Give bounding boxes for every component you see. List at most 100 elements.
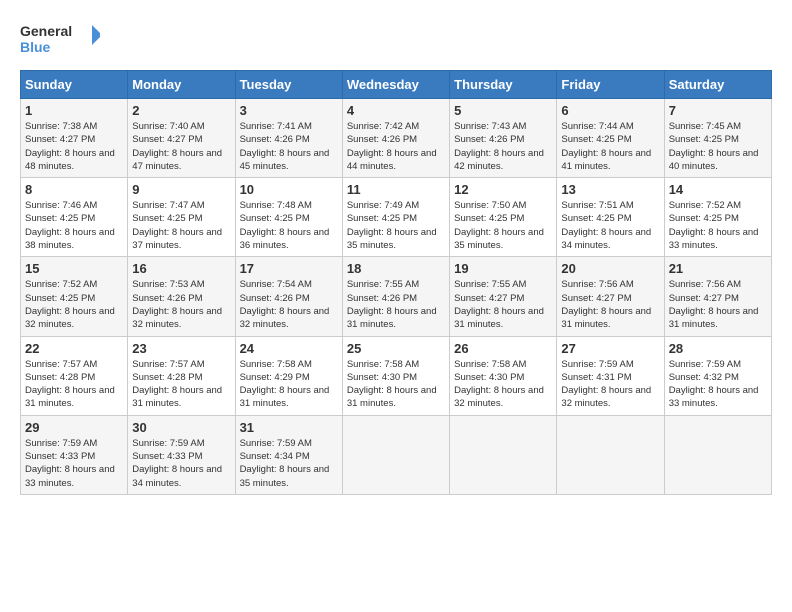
logo: General Blue — [20, 20, 100, 60]
week-row-1: 1 Sunrise: 7:38 AMSunset: 4:27 PMDayligh… — [21, 99, 772, 178]
day-info: Sunrise: 7:59 AMSunset: 4:33 PMDaylight:… — [132, 437, 230, 490]
day-info: Sunrise: 7:43 AMSunset: 4:26 PMDaylight:… — [454, 120, 552, 173]
calendar-cell: 17 Sunrise: 7:54 AMSunset: 4:26 PMDaylig… — [235, 257, 342, 336]
day-number: 15 — [25, 261, 123, 276]
calendar-cell: 15 Sunrise: 7:52 AMSunset: 4:25 PMDaylig… — [21, 257, 128, 336]
calendar-cell: 29 Sunrise: 7:59 AMSunset: 4:33 PMDaylig… — [21, 415, 128, 494]
header: General Blue — [20, 20, 772, 60]
calendar-cell: 28 Sunrise: 7:59 AMSunset: 4:32 PMDaylig… — [664, 336, 771, 415]
weekday-header-row: SundayMondayTuesdayWednesdayThursdayFrid… — [21, 71, 772, 99]
week-row-2: 8 Sunrise: 7:46 AMSunset: 4:25 PMDayligh… — [21, 178, 772, 257]
calendar-cell: 26 Sunrise: 7:58 AMSunset: 4:30 PMDaylig… — [450, 336, 557, 415]
weekday-wednesday: Wednesday — [342, 71, 449, 99]
day-info: Sunrise: 7:55 AMSunset: 4:27 PMDaylight:… — [454, 278, 552, 331]
calendar-cell: 24 Sunrise: 7:58 AMSunset: 4:29 PMDaylig… — [235, 336, 342, 415]
day-info: Sunrise: 7:40 AMSunset: 4:27 PMDaylight:… — [132, 120, 230, 173]
day-number: 4 — [347, 103, 445, 118]
day-info: Sunrise: 7:54 AMSunset: 4:26 PMDaylight:… — [240, 278, 338, 331]
calendar-cell: 4 Sunrise: 7:42 AMSunset: 4:26 PMDayligh… — [342, 99, 449, 178]
calendar-cell: 7 Sunrise: 7:45 AMSunset: 4:25 PMDayligh… — [664, 99, 771, 178]
calendar-cell: 21 Sunrise: 7:56 AMSunset: 4:27 PMDaylig… — [664, 257, 771, 336]
day-info: Sunrise: 7:56 AMSunset: 4:27 PMDaylight:… — [669, 278, 767, 331]
calendar-cell: 12 Sunrise: 7:50 AMSunset: 4:25 PMDaylig… — [450, 178, 557, 257]
week-row-5: 29 Sunrise: 7:59 AMSunset: 4:33 PMDaylig… — [21, 415, 772, 494]
day-number: 9 — [132, 182, 230, 197]
calendar-cell: 16 Sunrise: 7:53 AMSunset: 4:26 PMDaylig… — [128, 257, 235, 336]
day-info: Sunrise: 7:58 AMSunset: 4:30 PMDaylight:… — [454, 358, 552, 411]
day-info: Sunrise: 7:57 AMSunset: 4:28 PMDaylight:… — [132, 358, 230, 411]
day-number: 5 — [454, 103, 552, 118]
calendar-cell: 22 Sunrise: 7:57 AMSunset: 4:28 PMDaylig… — [21, 336, 128, 415]
weekday-saturday: Saturday — [664, 71, 771, 99]
calendar-cell: 3 Sunrise: 7:41 AMSunset: 4:26 PMDayligh… — [235, 99, 342, 178]
day-number: 23 — [132, 341, 230, 356]
logo-icon: General Blue — [20, 20, 100, 60]
day-info: Sunrise: 7:55 AMSunset: 4:26 PMDaylight:… — [347, 278, 445, 331]
day-info: Sunrise: 7:59 AMSunset: 4:33 PMDaylight:… — [25, 437, 123, 490]
weekday-monday: Monday — [128, 71, 235, 99]
day-number: 6 — [561, 103, 659, 118]
weekday-friday: Friday — [557, 71, 664, 99]
day-info: Sunrise: 7:42 AMSunset: 4:26 PMDaylight:… — [347, 120, 445, 173]
day-number: 10 — [240, 182, 338, 197]
calendar-cell — [342, 415, 449, 494]
day-info: Sunrise: 7:38 AMSunset: 4:27 PMDaylight:… — [25, 120, 123, 173]
day-info: Sunrise: 7:41 AMSunset: 4:26 PMDaylight:… — [240, 120, 338, 173]
day-info: Sunrise: 7:45 AMSunset: 4:25 PMDaylight:… — [669, 120, 767, 173]
day-number: 19 — [454, 261, 552, 276]
calendar-cell — [450, 415, 557, 494]
calendar-cell: 6 Sunrise: 7:44 AMSunset: 4:25 PMDayligh… — [557, 99, 664, 178]
day-number: 7 — [669, 103, 767, 118]
day-info: Sunrise: 7:51 AMSunset: 4:25 PMDaylight:… — [561, 199, 659, 252]
day-info: Sunrise: 7:48 AMSunset: 4:25 PMDaylight:… — [240, 199, 338, 252]
calendar-cell: 20 Sunrise: 7:56 AMSunset: 4:27 PMDaylig… — [557, 257, 664, 336]
day-info: Sunrise: 7:59 AMSunset: 4:34 PMDaylight:… — [240, 437, 338, 490]
svg-text:General: General — [20, 23, 72, 39]
calendar-cell: 2 Sunrise: 7:40 AMSunset: 4:27 PMDayligh… — [128, 99, 235, 178]
day-number: 21 — [669, 261, 767, 276]
day-number: 30 — [132, 420, 230, 435]
day-number: 17 — [240, 261, 338, 276]
calendar-cell: 1 Sunrise: 7:38 AMSunset: 4:27 PMDayligh… — [21, 99, 128, 178]
day-number: 2 — [132, 103, 230, 118]
weekday-sunday: Sunday — [21, 71, 128, 99]
day-info: Sunrise: 7:59 AMSunset: 4:32 PMDaylight:… — [669, 358, 767, 411]
day-number: 11 — [347, 182, 445, 197]
day-number: 31 — [240, 420, 338, 435]
day-number: 12 — [454, 182, 552, 197]
day-number: 18 — [347, 261, 445, 276]
calendar-cell: 10 Sunrise: 7:48 AMSunset: 4:25 PMDaylig… — [235, 178, 342, 257]
day-number: 1 — [25, 103, 123, 118]
weekday-tuesday: Tuesday — [235, 71, 342, 99]
calendar-cell: 31 Sunrise: 7:59 AMSunset: 4:34 PMDaylig… — [235, 415, 342, 494]
calendar-cell: 30 Sunrise: 7:59 AMSunset: 4:33 PMDaylig… — [128, 415, 235, 494]
day-number: 3 — [240, 103, 338, 118]
day-number: 27 — [561, 341, 659, 356]
day-number: 25 — [347, 341, 445, 356]
day-info: Sunrise: 7:50 AMSunset: 4:25 PMDaylight:… — [454, 199, 552, 252]
weekday-thursday: Thursday — [450, 71, 557, 99]
day-number: 24 — [240, 341, 338, 356]
calendar-cell: 19 Sunrise: 7:55 AMSunset: 4:27 PMDaylig… — [450, 257, 557, 336]
day-number: 28 — [669, 341, 767, 356]
day-number: 22 — [25, 341, 123, 356]
calendar-cell: 9 Sunrise: 7:47 AMSunset: 4:25 PMDayligh… — [128, 178, 235, 257]
day-number: 13 — [561, 182, 659, 197]
day-info: Sunrise: 7:58 AMSunset: 4:29 PMDaylight:… — [240, 358, 338, 411]
calendar-cell: 11 Sunrise: 7:49 AMSunset: 4:25 PMDaylig… — [342, 178, 449, 257]
day-info: Sunrise: 7:59 AMSunset: 4:31 PMDaylight:… — [561, 358, 659, 411]
day-number: 26 — [454, 341, 552, 356]
calendar-table: SundayMondayTuesdayWednesdayThursdayFrid… — [20, 70, 772, 495]
day-info: Sunrise: 7:44 AMSunset: 4:25 PMDaylight:… — [561, 120, 659, 173]
day-info: Sunrise: 7:57 AMSunset: 4:28 PMDaylight:… — [25, 358, 123, 411]
calendar-cell: 8 Sunrise: 7:46 AMSunset: 4:25 PMDayligh… — [21, 178, 128, 257]
day-number: 14 — [669, 182, 767, 197]
day-info: Sunrise: 7:53 AMSunset: 4:26 PMDaylight:… — [132, 278, 230, 331]
calendar-cell — [664, 415, 771, 494]
day-info: Sunrise: 7:49 AMSunset: 4:25 PMDaylight:… — [347, 199, 445, 252]
day-number: 8 — [25, 182, 123, 197]
calendar-cell — [557, 415, 664, 494]
day-info: Sunrise: 7:56 AMSunset: 4:27 PMDaylight:… — [561, 278, 659, 331]
day-info: Sunrise: 7:46 AMSunset: 4:25 PMDaylight:… — [25, 199, 123, 252]
calendar-cell: 5 Sunrise: 7:43 AMSunset: 4:26 PMDayligh… — [450, 99, 557, 178]
